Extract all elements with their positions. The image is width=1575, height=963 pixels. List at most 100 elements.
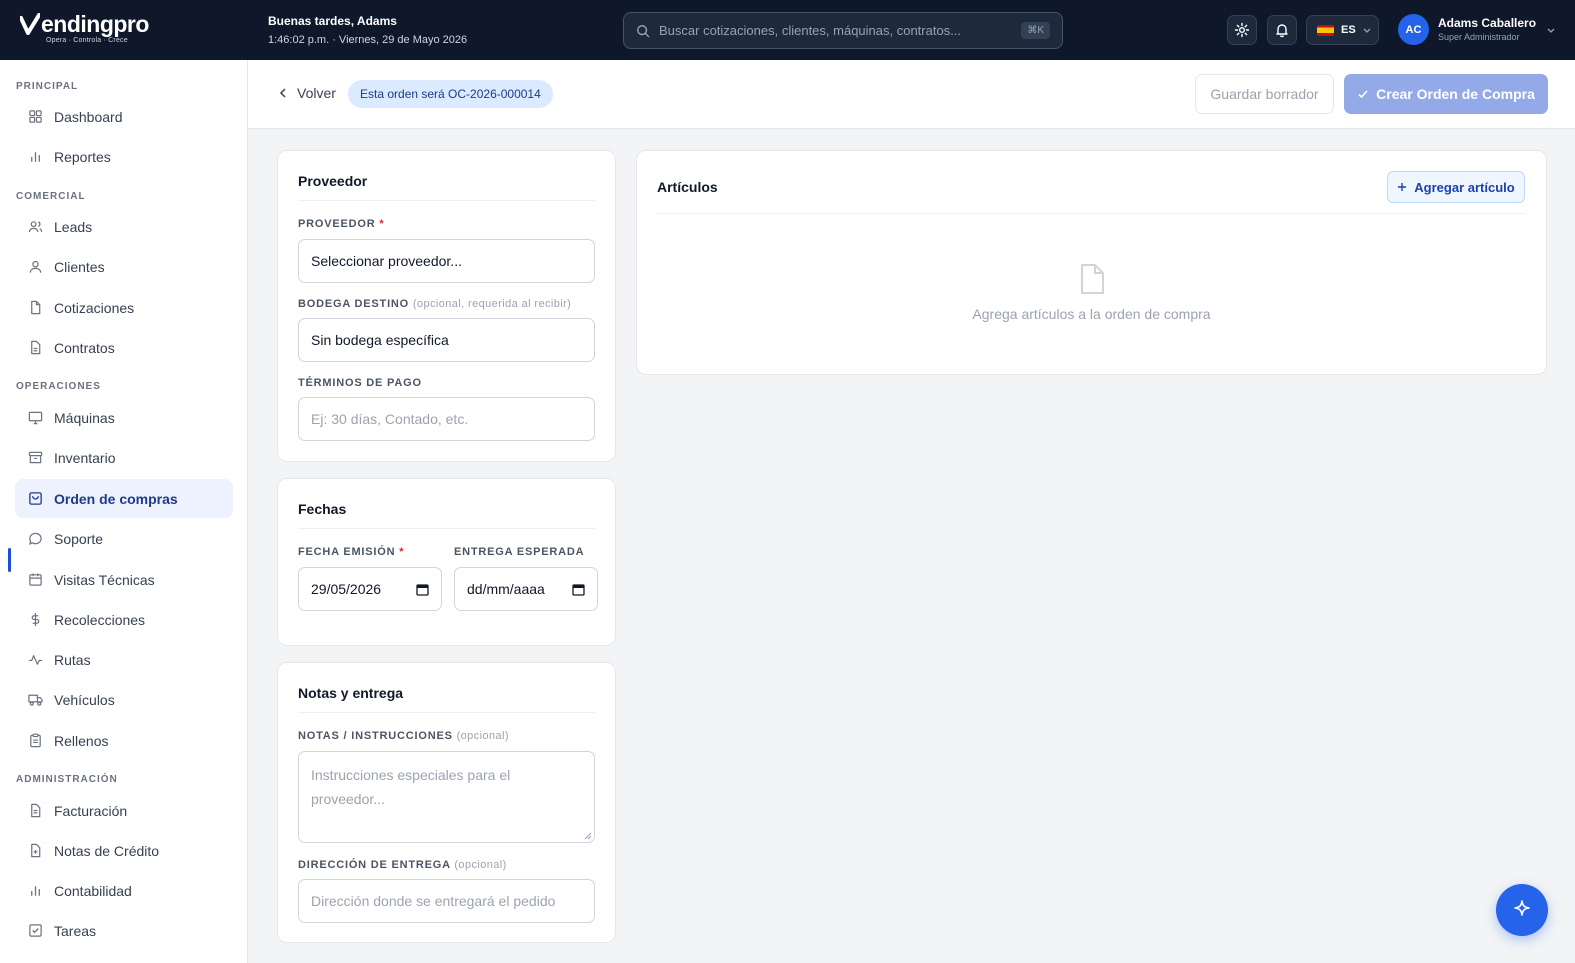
settings-button[interactable] [1227,15,1257,45]
field-label: ENTREGA ESPERADA [454,546,585,558]
sidebar-item-vehiculos[interactable]: Vehículos [15,680,233,719]
datetime-text: 1:46:02 p.m. · Viernes, 29 de Mayo 2026 [268,34,468,46]
assistant-button[interactable] [1496,884,1548,936]
check-icon [1358,90,1368,99]
logo[interactable]: endingpro Opera · Controla · Crece [19,12,149,44]
archive-icon [28,451,43,464]
warehouse-select[interactable]: Sin bodega específica [298,318,595,362]
notifications-button[interactable] [1267,15,1297,45]
sidebar-item-label: Cotizaciones [54,299,135,316]
sidebar-item-label: Vehículos [54,691,115,708]
add-item-button[interactable]: Agregar artículo [1387,171,1525,203]
file-icon [31,300,41,315]
message-icon [29,532,42,545]
sidebar-item-notas-de-credito[interactable]: Notas de Crédito [15,831,233,870]
order-number-badge: Esta orden será OC-2026-000014 [348,80,553,108]
notes-card: Notas y entrega NOTAS / INSTRUCCIONES (o… [277,662,616,943]
search-input[interactable] [659,23,1022,38]
supplier-select[interactable]: Seleccionar proveedor... [298,239,595,283]
file-plus-icon [31,843,41,858]
divider [298,200,595,201]
section-label-principal: PRINCIPAL [16,81,79,92]
notes-textarea[interactable]: Instrucciones especiales para el proveed… [298,751,595,843]
sidebar-item-recolecciones[interactable]: Recolecciones [15,600,233,639]
sidebar-item-maquinas[interactable]: Máquinas [15,398,233,437]
sidebar-item-label: Leads [54,218,93,235]
sidebar-item-contabilidad[interactable]: Contabilidad [15,871,233,910]
user-role: Super Administrador [1438,32,1520,42]
card-title: Proveedor [298,173,368,189]
sidebar-item-dashboard[interactable]: Dashboard [15,97,233,136]
payment-terms-input[interactable]: Ej: 30 días, Contado, etc. [298,397,595,441]
monitor-icon [28,411,43,425]
sidebar-item-rellenos[interactable]: Rellenos [15,721,233,760]
sidebar-item-rutas[interactable]: Rutas [15,640,233,679]
divider [298,712,595,713]
add-item-label: Agregar artículo [1414,179,1515,195]
sidebar-item-leads[interactable]: Leads [15,207,233,246]
notes-placeholder: Instrucciones especiales para el proveed… [311,767,511,807]
field-label: TÉRMINOS DE PAGO [298,377,422,389]
calendar-icon[interactable] [416,583,429,596]
sidebar-item-label: Visitas Técnicas [54,571,155,588]
sidebar-item-reportes[interactable]: Reportes [15,137,233,176]
sidebar-item-label: Orden de compras [54,490,178,507]
sidebar-item-label: Recolecciones [54,611,146,628]
bar-chart-icon [31,886,40,896]
resize-handle-icon[interactable] [583,831,592,840]
bar-chart-icon [31,152,40,162]
search-icon [637,24,650,37]
chevron-down-icon [1363,28,1371,33]
supplier-card: Proveedor PROVEEDOR * Seleccionar provee… [277,150,616,462]
grid-icon [29,110,42,123]
create-purchase-order-button[interactable]: Crear Orden de Compra [1344,74,1548,114]
sidebar-item-clientes[interactable]: Clientes [15,247,233,286]
logo-mark-icon [19,13,41,35]
section-label-administracion: ADMINISTRACIÓN [16,774,118,785]
calendar-icon[interactable] [572,583,585,596]
greeting-text: Buenas tardes, Adams [268,14,397,28]
logo-tagline: Opera · Controla · Crece [46,37,128,44]
global-search[interactable]: ⌘K [623,12,1063,49]
back-label: Volver [297,85,336,101]
sidebar-item-contratos[interactable]: Contratos [15,328,233,367]
top-bar: endingpro Opera · Controla · Crece Buena… [0,0,1575,60]
field-label: NOTAS / INSTRUCCIONES (opcional) [298,730,509,742]
sidebar-item-soporte[interactable]: Soporte [15,519,233,558]
user-icon [29,260,42,273]
gear-icon [1234,22,1250,38]
user-menu[interactable]: AC Adams Caballero Super Administrador [1398,14,1556,45]
expected-delivery-input[interactable]: dd/mm/aaaa [454,567,598,611]
save-draft-button[interactable]: Guardar borrador [1195,74,1334,114]
language-selector[interactable]: ES [1306,15,1379,45]
user-name: Adams Caballero [1438,16,1537,30]
sidebar: PRINCIPAL Dashboard Reportes COMERCIAL L… [0,60,248,963]
users-icon [28,221,43,233]
search-shortcut: ⌘K [1021,22,1050,39]
sidebar-item-label: Rutas [54,651,91,668]
issue-date-input[interactable]: 29/05/2026 [298,567,442,611]
sidebar-item-label: Rellenos [54,732,109,749]
file-text-icon [31,340,41,355]
supplier-select-value: Seleccionar proveedor... [311,253,462,269]
sidebar-item-inventario[interactable]: Inventario [15,438,233,477]
chevron-down-icon [1547,28,1555,33]
card-title: Notas y entrega [298,685,404,701]
sidebar-item-cotizaciones[interactable]: Cotizaciones [15,288,233,327]
sidebar-item-visitas-tecnicas[interactable]: Visitas Técnicas [15,560,233,599]
create-button-label: Crear Orden de Compra [1376,86,1535,102]
sidebar-item-label: Contabilidad [54,882,132,899]
sidebar-item-label: Máquinas [54,409,115,426]
receipt-icon [31,803,41,818]
delivery-address-input[interactable]: Dirección donde se entregará el pedido [298,879,595,923]
active-indicator [8,548,11,572]
truck-icon [28,694,43,706]
sidebar-item-label: Notas de Crédito [54,842,160,859]
sparkle-icon [1514,900,1530,916]
sidebar-item-orden-de-compras[interactable]: Orden de compras [15,479,233,518]
sidebar-item-facturacion[interactable]: Facturación [15,791,233,830]
field-label: BODEGA DESTINO (opcional, requerida al r… [298,298,572,310]
field-label: FECHA EMISIÓN * [298,546,405,558]
back-button[interactable]: Volver [278,85,336,101]
sidebar-item-tareas[interactable]: Tareas [15,911,233,950]
